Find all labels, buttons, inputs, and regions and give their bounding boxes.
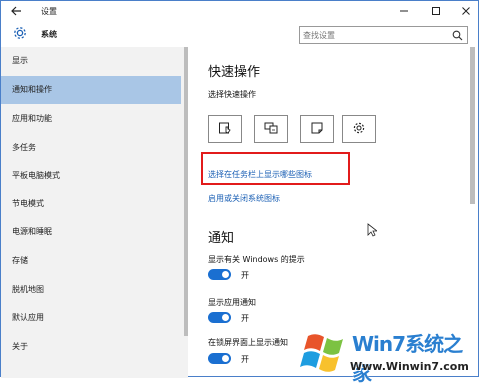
sidebar: 显示 通知和操作 应用和功能 多任务 平板电脑模式 节电模式 电源和睡眠 存储 … <box>1 47 188 378</box>
toggle-switch[interactable] <box>208 269 231 280</box>
link-system-icons[interactable]: 启用或关闭系统图标 <box>208 193 280 204</box>
toggle-state: 开 <box>241 314 249 323</box>
sidebar-item-storage[interactable]: 存储 <box>1 247 181 275</box>
settings-window: 设置 系统 显示 通知和操作 应用和功能 多任务 <box>0 0 479 378</box>
sidebar-item-notifications[interactable]: 通知和操作 <box>1 76 181 104</box>
quick-action-project-button[interactable] <box>254 115 288 143</box>
watermark-url: Www.Winwin7.com <box>350 360 469 373</box>
search-box[interactable] <box>299 26 468 44</box>
sidebar-item-tablet-mode[interactable]: 平板电脑模式 <box>1 162 181 190</box>
sidebar-item-battery-saver[interactable]: 节电模式 <box>1 190 181 218</box>
sidebar-item-display[interactable]: 显示 <box>1 47 181 75</box>
search-input[interactable] <box>303 28 443 42</box>
setting-label: 在锁屏界面上显示通知 <box>208 338 288 347</box>
toggle-state: 开 <box>241 355 249 364</box>
page-title: 系统 <box>41 30 57 39</box>
quick-actions-label: 选择快速操作 <box>208 90 256 99</box>
quick-action-tablet-button[interactable] <box>208 115 242 143</box>
title-bar: 设置 <box>1 1 478 21</box>
tablet-mode-icon <box>218 121 232 137</box>
note-icon <box>310 121 324 137</box>
window-title: 设置 <box>41 7 57 16</box>
settings-header: 系统 <box>1 21 478 47</box>
sidebar-item-multitasking[interactable]: 多任务 <box>1 134 181 162</box>
toggle-state: 开 <box>241 271 249 280</box>
watermark: Win7系统之家 Www.Winwin7.com <box>300 322 480 385</box>
toggle-switch[interactable] <box>208 353 231 364</box>
sidebar-item-default-apps[interactable]: 默认应用 <box>1 304 181 332</box>
mouse-cursor-icon <box>367 223 379 237</box>
content-scrollbar[interactable] <box>470 47 475 204</box>
settings-gear-icon <box>352 121 366 137</box>
toggle-switch[interactable] <box>208 312 231 323</box>
sidebar-item-power-sleep[interactable]: 电源和睡眠 <box>1 218 181 246</box>
notifications-heading: 通知 <box>208 231 235 246</box>
back-arrow-icon[interactable] <box>9 4 23 18</box>
quick-action-settings-button[interactable] <box>342 115 376 143</box>
search-icon[interactable] <box>452 30 463 41</box>
setting-label: 显示有关 Windows 的提示 <box>208 255 305 264</box>
minimize-button[interactable] <box>389 1 419 21</box>
gear-icon <box>12 25 28 41</box>
watermark-brand: Win7系统之家 <box>352 332 463 385</box>
quick-action-note-button[interactable] <box>300 115 334 143</box>
sidebar-item-about[interactable]: 关于 <box>1 333 181 361</box>
sidebar-item-offline-maps[interactable]: 脱机地图 <box>1 276 181 304</box>
red-highlight-box <box>201 152 350 185</box>
close-button[interactable] <box>451 1 480 21</box>
quick-actions-heading: 快速操作 <box>208 65 261 80</box>
sidebar-item-apps[interactable]: 应用和功能 <box>1 105 181 133</box>
project-icon <box>264 121 278 137</box>
setting-label: 显示应用通知 <box>208 298 256 307</box>
maximize-button[interactable] <box>421 1 451 21</box>
